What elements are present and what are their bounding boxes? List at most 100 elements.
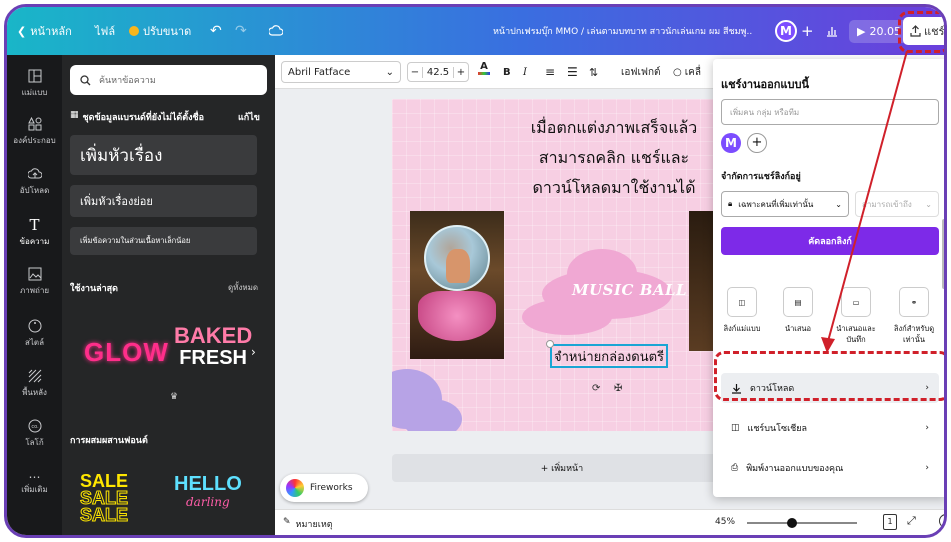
add-body-text-button[interactable]: เพิ่มข้อความในส่วนเนื้อหาเล็กน้อย: [70, 227, 257, 255]
access-dropdown[interactable]: 🔒︎ เฉพาะคนที่เพิ่มเท่านั้น ⌄: [721, 191, 849, 217]
headline-text[interactable]: เมื่อตกแต่งภาพเสร็จแล้ว สามารถคลิก แชร์แ…: [499, 113, 729, 203]
bottom-bar: ✎ หมายเหตุ 45% 1 ⤢ ?: [275, 509, 944, 535]
effects-button[interactable]: เอฟเฟกต์: [621, 62, 661, 82]
search-box[interactable]: ค้นหาข้อความ: [70, 65, 267, 95]
rail-background[interactable]: พื้นหลัง: [7, 369, 62, 399]
rail-more[interactable]: ⋯ เพิ่มเติม: [7, 471, 62, 496]
headline-line: ดาวน์โหลดมาใช้งานได้: [532, 178, 696, 197]
rail-text[interactable]: T ข้อความ: [7, 217, 62, 248]
rail-templates[interactable]: แม่แบบ: [7, 69, 62, 99]
rail-logos[interactable]: co. โลโก้: [7, 419, 62, 449]
share-title: แชร์งานออกแบบนี้: [721, 78, 809, 91]
collaborator-avatar[interactable]: M: [721, 133, 741, 153]
add-subheading-button[interactable]: เพิ่มหัวเรื่องย่อย: [70, 185, 257, 217]
present-record-option[interactable]: ▭ นำเสนอและบันทึก: [831, 287, 881, 345]
insights-icon[interactable]: [825, 7, 839, 55]
permission-dropdown[interactable]: สามารถเข้าถึง ⌄: [855, 191, 939, 217]
music-box-base: [418, 291, 496, 341]
rail-elements[interactable]: องค์ประกอบ: [7, 117, 62, 147]
font-sample-glow[interactable]: GLOW: [84, 337, 169, 368]
template-link-option[interactable]: ◫ ลิงก์แม่แบบ: [717, 287, 767, 334]
option-label: นำเสนอ: [784, 324, 812, 333]
notes-button[interactable]: ✎ หมายเหตุ: [283, 517, 333, 531]
resize-handle[interactable]: [546, 340, 554, 348]
zoom-slider-knob[interactable]: [787, 518, 797, 528]
print-button[interactable]: ⎙ พิมพ์งานออกแบบของคุณ ›: [721, 453, 939, 483]
edit-brand-link[interactable]: แก้ไข: [238, 110, 260, 124]
list-icon[interactable]: ☰: [567, 62, 578, 82]
sample-fresh: FRESH: [179, 347, 248, 369]
photo-icon: [28, 267, 41, 281]
add-page-button[interactable]: + เพิ่มหน้า: [392, 454, 732, 482]
access-label: จำกัดการแชร์ลิงก์อยู่: [721, 172, 801, 182]
resize-button[interactable]: ปรับขนาด: [129, 7, 191, 55]
panel-scrollbar[interactable]: [942, 219, 944, 289]
darling-line: darling: [186, 495, 230, 509]
notes-icon: ✎: [283, 517, 291, 527]
font-sample-baked-fresh[interactable]: BAKED FRESH: [174, 323, 253, 370]
document-title[interactable]: หน้าปกเฟรมบุ๊ก MMO / เล่นตามบทบาท สาวนัก…: [493, 7, 752, 55]
option-label: ลิงก์สำหรับดูเท่านั้น: [893, 324, 935, 344]
chevron-down-icon: ⌄: [835, 199, 842, 209]
decrease-size-button[interactable]: −: [408, 67, 422, 78]
brand-kit-label: ชุดข้อมูลแบรนด์ที่ยังไม่ได้ตั้งชื่อ: [82, 113, 205, 123]
print-icon: ⎙: [731, 463, 739, 473]
add-person-icon[interactable]: +: [747, 133, 767, 153]
background-icon: [28, 369, 41, 383]
fullscreen-icon[interactable]: ⤢: [907, 514, 916, 528]
add-heading-button[interactable]: เพิ่มหัวเรื่อง: [70, 135, 257, 175]
animate-button[interactable]: ○ เคลื่: [673, 62, 701, 82]
rail-label: องค์ประกอบ: [13, 136, 56, 145]
redo-icon[interactable]: ↷: [235, 7, 247, 55]
lock-icon: 🔒︎: [728, 199, 733, 208]
chevron-right-icon[interactable]: ›: [251, 345, 256, 359]
home-button[interactable]: ❮ หน้าหลัก: [17, 7, 72, 55]
fireworks-chip[interactable]: Fireworks: [280, 474, 368, 502]
cloud-save-icon[interactable]: [269, 7, 283, 55]
font-selector[interactable]: Abril Fatface ⌄: [281, 61, 401, 83]
zoom-slider[interactable]: [747, 518, 857, 528]
option-label: ลิงก์แม่แบบ: [723, 324, 761, 333]
sample-baked: BAKED: [174, 323, 253, 348]
add-collaborator-icon[interactable]: +: [801, 7, 814, 55]
view-only-link-option[interactable]: ⚭ ลิงก์สำหรับดูเท่านั้น: [889, 287, 939, 345]
bold-icon[interactable]: B: [503, 62, 511, 82]
italic-icon[interactable]: I: [523, 62, 527, 82]
selected-text-box[interactable]: จำหน่ายกล่องดนตรี: [550, 344, 668, 368]
rail-uploads[interactable]: อัปโหลด: [7, 167, 62, 197]
share-social-button[interactable]: ◫ แชร์บนโซเชียล ›: [721, 413, 939, 443]
search-input[interactable]: ค้นหาข้อความ: [99, 73, 156, 87]
zoom-value: 45%: [715, 517, 736, 527]
font-sample-sale[interactable]: SALE SALE SALE: [79, 472, 128, 525]
text-icon: T: [29, 216, 40, 234]
copy-link-button[interactable]: คัดลอกลิงก์: [721, 227, 939, 255]
fireworks-icon: [286, 479, 304, 497]
undo-icon[interactable]: ↶: [210, 7, 222, 55]
increase-size-button[interactable]: +: [454, 67, 468, 78]
crown-icon: [129, 26, 139, 36]
font-size-value[interactable]: 42.5: [422, 66, 454, 78]
move-icon[interactable]: ✠: [614, 383, 622, 394]
user-avatar[interactable]: M: [775, 7, 797, 55]
see-all-link[interactable]: ดูทั้งหมด: [228, 281, 258, 294]
present-label: 20.05: [869, 24, 901, 38]
font-sample-hello[interactable]: HELLO darling: [174, 474, 242, 511]
font-size-stepper[interactable]: − 42.5 +: [407, 62, 469, 82]
rail-styles[interactable]: สไตล์: [7, 319, 62, 349]
link-icon: ⚭: [899, 287, 929, 317]
page-count-icon[interactable]: 1: [883, 514, 897, 530]
file-menu[interactable]: ไฟล์: [95, 7, 115, 55]
help-icon[interactable]: ?: [939, 514, 944, 528]
text-color-button[interactable]: A: [478, 62, 490, 82]
music-box-photo[interactable]: [410, 211, 504, 359]
rail-label: ข้อความ: [19, 237, 50, 246]
add-people-input[interactable]: เพิ่มคน กลุ่ม หรือทีม: [721, 99, 939, 125]
chevron-down-icon: ⌄: [925, 199, 932, 209]
design-page[interactable]: เมื่อตกแต่งภาพเสร็จแล้ว สามารถคลิก แชร์แ…: [392, 99, 732, 431]
align-center-icon[interactable]: ≡: [545, 62, 555, 82]
spacing-icon[interactable]: ⇅: [589, 62, 598, 82]
rail-photos[interactable]: ภาพถ่าย: [7, 267, 62, 297]
rotate-icon[interactable]: ⟳: [592, 383, 600, 394]
present-option[interactable]: ▤ นำเสนอ: [773, 287, 823, 334]
music-ball-text[interactable]: MUSIC BALL: [572, 281, 687, 299]
